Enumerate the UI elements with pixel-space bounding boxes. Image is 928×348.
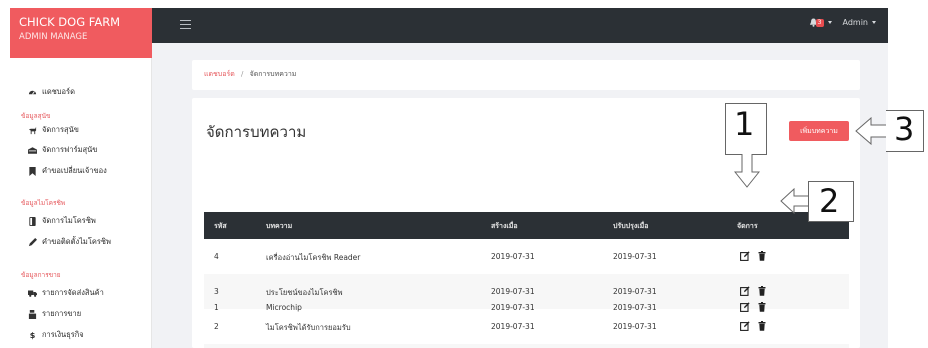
hamburger-icon[interactable] <box>180 20 191 29</box>
chevron-down-icon <box>827 21 832 24</box>
table-row <box>204 344 849 348</box>
brand-title: CHICK DOG FARM <box>19 15 121 29</box>
sidebar-item-label: คำขอเปลี่ยนเจ้าของ <box>42 166 107 175</box>
sidebar-item-label: จัดการสุนัข <box>42 125 79 134</box>
sidebar-item-label: การเงินธุรกิจ <box>42 330 84 339</box>
register-icon <box>28 309 37 319</box>
sidebar: แดชบอร์ด ข้อมูลสุนัข จัดการสุนัข จัดการฟ… <box>10 58 152 348</box>
arrow-down-icon <box>734 154 760 188</box>
kennel-icon <box>28 146 37 155</box>
sidebar-item-label: รายการจัดส่งสินค้า <box>42 288 104 297</box>
chip-icon <box>28 216 37 226</box>
cell-id: 4 <box>214 252 219 261</box>
breadcrumb-separator: / <box>241 70 244 78</box>
sidebar-item-chip-requests[interactable]: คำขอติดตั้งไมโครชิพ <box>28 236 111 248</box>
sidebar-section-heading: ข้อมูลการขาย <box>21 271 61 279</box>
bookmark-icon <box>28 166 37 176</box>
annotation-number-2: 2 <box>819 182 840 220</box>
sidebar-item-sales[interactable]: รายการขาย <box>28 308 81 320</box>
sidebar-item-shipments[interactable]: รายการจัดส่งสินค้า <box>28 287 104 299</box>
arrow-left-icon <box>855 117 889 145</box>
annotation-number-1: 1 <box>734 105 755 143</box>
sidebar-item-finance[interactable]: $ การเงินธุรกิจ <box>28 329 84 341</box>
pen-icon <box>28 237 37 247</box>
sidebar-item-dogs[interactable]: จัดการสุนัข <box>28 124 79 136</box>
user-name: Admin <box>842 18 869 27</box>
truck-icon <box>28 289 37 298</box>
edit-icon[interactable] <box>740 302 750 312</box>
sidebar-item-label: คำขอติดตั้งไมโครชิพ <box>42 237 111 246</box>
cell-created: 2019-07-31 <box>491 303 535 312</box>
sidebar-item-label: จัดการไมโครชิพ <box>42 216 96 225</box>
dollar-icon: $ <box>29 330 36 340</box>
notification-badge: 3 <box>815 18 824 27</box>
dog-icon <box>28 126 37 135</box>
trash-icon[interactable] <box>757 251 767 261</box>
column-header-actions: จัดการ <box>737 222 758 230</box>
edit-icon[interactable] <box>740 251 750 261</box>
sidebar-section-heading: ข้อมูลสุนัข <box>21 112 51 120</box>
arrow-left-icon <box>780 188 810 214</box>
user-menu[interactable]: Admin <box>842 18 876 27</box>
topbar-user-area: 3 Admin <box>809 18 876 27</box>
dashboard-icon <box>28 88 37 97</box>
table-row: 1 Microchip 2019-07-31 2019-07-31 <box>204 290 849 325</box>
breadcrumb: แดชบอร์ด / จัดการบทความ <box>192 60 860 90</box>
column-header-created: สร้างเมื่อ <box>491 222 518 230</box>
add-article-button[interactable]: เพิ่มบทความ <box>789 121 849 141</box>
cell-title: Microchip <box>266 303 302 312</box>
cell-updated: 2019-07-31 <box>613 303 657 312</box>
table-header: รหัส บทความ สร้างเมื่อ ปรับปรุงเมื่อ จัด… <box>204 212 849 239</box>
sidebar-item-microchips[interactable]: จัดการไมโครชิพ <box>28 215 96 227</box>
breadcrumb-home-link[interactable]: แดชบอร์ด <box>204 70 235 78</box>
notification-button[interactable]: 3 <box>809 18 832 27</box>
sidebar-item-owner-requests[interactable]: คำขอเปลี่ยนเจ้าของ <box>28 165 107 177</box>
sidebar-item-kennels[interactable]: จัดการฟาร์มสุนัข <box>28 144 97 156</box>
sidebar-item-dashboard[interactable]: แดชบอร์ด <box>28 86 75 98</box>
sidebar-section-heading: ข้อมูลไมโครชิพ <box>21 199 66 207</box>
column-header-article: บทความ <box>266 222 293 230</box>
annotation-number-3: 3 <box>894 110 915 148</box>
top-navbar: 3 Admin <box>152 8 888 43</box>
table-row: 4 เครื่องอ่านไมโครชิพ Reader 2019-07-31 … <box>204 239 849 274</box>
cell-title: เครื่องอ่านไมโครชิพ Reader <box>266 253 361 262</box>
brand-logo[interactable]: CHICK DOG FARM ADMIN MANAGE <box>10 8 152 58</box>
sidebar-item-label: จัดการฟาร์มสุนัข <box>42 145 98 154</box>
column-header-updated: ปรับปรุงเมื่อ <box>613 222 649 230</box>
sidebar-item-label: รายการขาย <box>42 309 82 318</box>
chevron-down-icon <box>872 21 876 24</box>
cell-id: 1 <box>214 303 219 312</box>
page-title: จัดการบทความ <box>206 123 307 141</box>
sidebar-item-label: แดชบอร์ด <box>42 87 75 96</box>
breadcrumb-current: จัดการบทความ <box>249 70 297 78</box>
trash-icon[interactable] <box>757 302 767 312</box>
column-header-id: รหัส <box>214 222 227 230</box>
brand-subtitle: ADMIN MANAGE <box>19 32 88 42</box>
cell-updated: 2019-07-31 <box>613 252 657 261</box>
cell-created: 2019-07-31 <box>491 252 535 261</box>
